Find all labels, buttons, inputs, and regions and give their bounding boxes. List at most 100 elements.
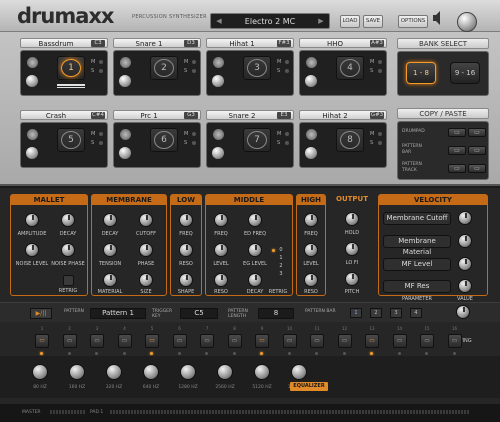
step-button[interactable]: ▭ xyxy=(145,334,159,348)
step-button[interactable]: ▭ xyxy=(365,334,379,348)
preset-next-icon[interactable]: ▶ xyxy=(315,17,327,26)
step-button[interactable]: ▭ xyxy=(90,334,104,348)
mute-toggle[interactable] xyxy=(378,132,382,136)
lofi-knob[interactable] xyxy=(345,242,359,256)
step-button[interactable]: ▭ xyxy=(420,334,434,348)
copy-button[interactable]: ▭ xyxy=(448,128,466,137)
pad-trigger-button[interactable]: 5 xyxy=(57,128,85,152)
pad-trigger-button[interactable]: 7 xyxy=(243,128,271,152)
step-button[interactable]: ▭ xyxy=(117,334,132,348)
pad-trigger-button[interactable]: 4 xyxy=(336,56,364,80)
step-button[interactable]: ▭ xyxy=(255,334,269,348)
middle-decay-knob[interactable] xyxy=(248,273,262,287)
low-reso-knob[interactable] xyxy=(179,243,193,257)
size-knob[interactable] xyxy=(139,273,153,287)
step-button[interactable]: ▭ xyxy=(337,334,352,348)
solo-toggle[interactable] xyxy=(285,141,289,145)
phase-knob[interactable] xyxy=(139,243,153,257)
pad-level-knob[interactable] xyxy=(212,147,224,159)
retrig-switch[interactable] xyxy=(63,275,74,286)
solo-toggle[interactable] xyxy=(378,141,382,145)
paste-button[interactable]: ▭ xyxy=(468,164,486,173)
equalizer-button[interactable]: EQUALIZER xyxy=(290,382,328,391)
pad-level-knob[interactable] xyxy=(119,75,131,87)
pad-level-knob[interactable] xyxy=(305,75,317,87)
paste-button[interactable]: ▭ xyxy=(468,146,486,155)
velocity-target-2[interactable]: Membrane Material xyxy=(383,235,451,256)
eq-band-knob[interactable] xyxy=(291,364,307,380)
high-reso-knob[interactable] xyxy=(304,273,318,287)
drumpad-5[interactable]: Crash C#4 5 M S xyxy=(20,110,108,168)
low-freq-knob[interactable] xyxy=(179,213,193,227)
velocity-target-3[interactable]: MF Level xyxy=(383,258,451,271)
mode-led[interactable] xyxy=(272,249,275,252)
mute-toggle[interactable] xyxy=(99,60,103,64)
solo-toggle[interactable] xyxy=(192,141,196,145)
eq-band-knob[interactable] xyxy=(69,364,85,380)
pitch-knob[interactable] xyxy=(345,272,359,286)
drumpad-2[interactable]: Snare 1 D3 2 M S xyxy=(113,38,201,96)
solo-toggle[interactable] xyxy=(285,69,289,73)
speaker-icon[interactable] xyxy=(120,129,131,140)
velocity-value-knob-3[interactable] xyxy=(458,257,472,271)
material-knob[interactable] xyxy=(103,273,117,287)
mute-toggle[interactable] xyxy=(192,132,196,136)
load-button[interactable]: LOAD xyxy=(340,15,360,28)
options-button[interactable]: OPTIONS xyxy=(398,15,428,28)
mute-toggle[interactable] xyxy=(285,60,289,64)
step-button[interactable]: ▭ xyxy=(172,334,187,348)
drumpad-1[interactable]: Bassdrum C3 1 M S xyxy=(20,38,108,96)
drumpad-6[interactable]: Prc 1 G3 6 M S xyxy=(113,110,201,168)
solo-toggle[interactable] xyxy=(99,141,103,145)
pattern-bar-4[interactable]: 4 xyxy=(410,308,422,318)
eg-level-knob[interactable] xyxy=(248,243,262,257)
velocity-value-knob-1[interactable] xyxy=(458,211,472,225)
preset-selector[interactable]: ◀ Electro 2 MC ▶ xyxy=(210,13,330,29)
speaker-icon[interactable] xyxy=(27,129,38,140)
membrane-decay-knob[interactable] xyxy=(103,213,117,227)
bank-1-8-button[interactable]: 1 - 8 xyxy=(406,62,436,84)
velocity-value-knob-4[interactable] xyxy=(458,279,472,293)
noise-level-knob[interactable] xyxy=(25,243,39,257)
pad-level-knob[interactable] xyxy=(26,75,38,87)
eq-band-knob[interactable] xyxy=(254,364,270,380)
tension-knob[interactable] xyxy=(103,243,117,257)
decay-knob[interactable] xyxy=(61,213,75,227)
copy-button[interactable]: ▭ xyxy=(448,164,466,173)
pad-level-knob[interactable] xyxy=(212,75,224,87)
pad-trigger-button[interactable]: 1 xyxy=(57,56,85,80)
save-button[interactable]: SAVE xyxy=(363,15,383,28)
pattern-select[interactable]: Pattern 1 xyxy=(90,308,146,319)
step-button[interactable]: ▭ xyxy=(447,334,462,348)
mute-toggle[interactable] xyxy=(99,132,103,136)
speaker-icon[interactable] xyxy=(27,57,38,68)
step-button[interactable]: ▭ xyxy=(200,334,214,348)
mute-toggle[interactable] xyxy=(192,60,196,64)
pad-level-knob[interactable] xyxy=(119,147,131,159)
step-button[interactable]: ▭ xyxy=(62,334,77,348)
play-icon[interactable]: ▶/|| xyxy=(30,308,52,319)
master-volume-knob[interactable] xyxy=(457,12,477,32)
pattern-length-select[interactable]: 8 xyxy=(258,308,294,319)
swing-knob[interactable] xyxy=(456,305,470,319)
middle-reso-knob[interactable] xyxy=(214,273,228,287)
pad-trigger-button[interactable]: 6 xyxy=(150,128,178,152)
pad-trigger-button[interactable]: 3 xyxy=(243,56,271,80)
paste-button[interactable]: ▭ xyxy=(468,128,486,137)
trigger-key-select[interactable]: C5 xyxy=(180,308,218,319)
high-freq-knob[interactable] xyxy=(304,213,318,227)
speaker-icon[interactable] xyxy=(213,129,224,140)
solo-toggle[interactable] xyxy=(192,69,196,73)
shape-knob[interactable] xyxy=(179,273,193,287)
pad-trigger-button[interactable]: 8 xyxy=(336,128,364,152)
eq-band-knob[interactable] xyxy=(217,364,233,380)
pad-level-knob[interactable] xyxy=(305,147,317,159)
eq-band-knob[interactable] xyxy=(32,364,48,380)
drumpad-4[interactable]: HHO A#3 4 M S xyxy=(299,38,387,96)
velocity-target-1[interactable]: Membrane Cutoff xyxy=(383,212,451,225)
mute-toggle[interactable] xyxy=(378,60,382,64)
speaker-icon[interactable] xyxy=(213,57,224,68)
speaker-icon[interactable] xyxy=(120,57,131,68)
step-button[interactable]: ▭ xyxy=(282,334,297,348)
cutoff-knob[interactable] xyxy=(139,213,153,227)
